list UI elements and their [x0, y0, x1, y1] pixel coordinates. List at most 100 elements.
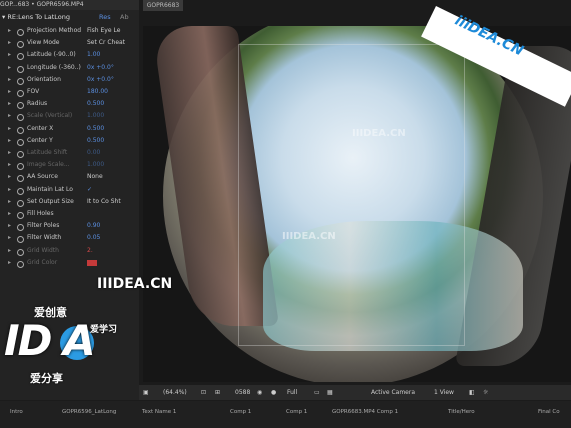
property-row[interactable]: ▸ Latitude (-90..0) 1.00: [0, 49, 139, 61]
expand-triangle-icon[interactable]: ▸: [8, 159, 14, 171]
property-row[interactable]: ▸ View Mode Set Cr Cheat: [0, 37, 139, 49]
resolution-dropdown[interactable]: Full: [287, 385, 297, 400]
property-row[interactable]: ▸ Grid Width 2.: [0, 245, 139, 257]
stopwatch-icon[interactable]: [17, 138, 24, 146]
camera-dropdown[interactable]: Active Camera: [371, 385, 415, 400]
property-value[interactable]: 0.00: [87, 147, 100, 159]
timecode[interactable]: 0588: [235, 385, 250, 400]
stopwatch-icon[interactable]: [17, 77, 24, 85]
timeline-tab[interactable]: Final Co: [538, 409, 560, 415]
property-row[interactable]: ▸ AA Source None: [0, 171, 139, 183]
property-value[interactable]: 0x +0.0°: [87, 62, 114, 74]
timeline-tab[interactable]: Text Name 1: [142, 409, 176, 415]
color-swatch[interactable]: [87, 259, 97, 266]
property-value[interactable]: 0.05: [87, 232, 100, 244]
tab-composition[interactable]: GOPR6683: [143, 0, 183, 11]
stopwatch-icon[interactable]: [17, 187, 24, 195]
property-row[interactable]: ▸ FOV 180.00: [0, 86, 139, 98]
property-value[interactable]: 0x +0.0°: [87, 74, 114, 86]
property-value[interactable]: 180.00: [87, 86, 108, 98]
property-dropdown[interactable]: Set Cr Cheat: [87, 37, 125, 49]
property-row[interactable]: ▸ Orientation 0x +0.0°: [0, 74, 139, 86]
views-dropdown[interactable]: 1 View: [434, 385, 454, 400]
expand-triangle-icon[interactable]: ▸: [8, 171, 14, 183]
transparency-icon[interactable]: ▦: [327, 385, 333, 400]
timeline-tab[interactable]: GOPR6683.MP4 Comp 1: [332, 409, 398, 415]
property-dropdown[interactable]: Fish Eye Le: [87, 25, 120, 37]
timeline-tab[interactable]: Comp 1: [286, 409, 307, 415]
stopwatch-icon[interactable]: [17, 260, 24, 268]
property-row[interactable]: ▸ Center Y 0.500: [0, 135, 139, 147]
property-value[interactable]: 0.90: [87, 220, 100, 232]
reset-link[interactable]: Res: [99, 13, 111, 21]
property-value[interactable]: 1.00: [87, 49, 100, 61]
expand-triangle-icon[interactable]: ▸: [8, 25, 14, 37]
expand-triangle-icon[interactable]: ▸: [8, 74, 14, 86]
property-value[interactable]: 2.: [87, 245, 93, 257]
grid-icon[interactable]: ⊞: [215, 385, 220, 400]
expand-triangle-icon[interactable]: ▸: [8, 110, 14, 122]
timeline-tab[interactable]: GOPR6596_LatLong: [62, 409, 116, 415]
property-row[interactable]: ▸ Projection Method Fish Eye Le: [0, 25, 139, 37]
property-row[interactable]: ▸ Longitude (-360..) 0x +0.0°: [0, 62, 139, 74]
zoom-dropdown[interactable]: (64.4%): [163, 385, 187, 400]
expand-triangle-icon[interactable]: ▸: [8, 62, 14, 74]
roi-icon[interactable]: ▭: [314, 385, 320, 400]
stopwatch-icon[interactable]: [17, 102, 24, 110]
expand-triangle-icon[interactable]: ▸: [8, 135, 14, 147]
stopwatch-icon[interactable]: [17, 248, 24, 256]
stopwatch-icon[interactable]: [17, 65, 24, 73]
expand-triangle-icon[interactable]: ▸: [8, 98, 14, 110]
camera-icon[interactable]: ◉: [257, 385, 262, 400]
stopwatch-icon[interactable]: [17, 90, 24, 97]
timeline-tab[interactable]: Intro: [10, 409, 23, 415]
property-value[interactable]: 0.500: [87, 98, 104, 110]
effect-title-row[interactable]: ▾ RE:Lens To LatLong Res Ab: [2, 13, 137, 24]
stopwatch-icon[interactable]: [17, 224, 24, 232]
expand-triangle-icon[interactable]: ▸: [8, 208, 14, 220]
expand-triangle-icon[interactable]: ▸: [8, 232, 14, 244]
stopwatch-icon[interactable]: [17, 41, 24, 49]
property-value[interactable]: 1.000: [87, 159, 104, 171]
property-row[interactable]: ▸ Image Scale... 1.000: [0, 159, 139, 171]
property-value[interactable]: 0.500: [87, 135, 104, 147]
property-row[interactable]: ▸ Maintain Lat Lo ✓: [0, 184, 139, 196]
property-dropdown[interactable]: None: [87, 171, 103, 183]
expand-triangle-icon[interactable]: ▸: [8, 257, 14, 269]
expand-triangle-icon[interactable]: ▸: [8, 49, 14, 61]
channel-icon[interactable]: ◧: [469, 385, 475, 400]
timeline-tab[interactable]: Comp 1: [230, 409, 251, 415]
expand-triangle-icon[interactable]: ▸: [8, 220, 14, 232]
property-value[interactable]: 1.000: [87, 110, 104, 122]
property-checkbox[interactable]: ✓: [87, 184, 92, 196]
expand-triangle-icon[interactable]: ▸: [8, 245, 14, 257]
stopwatch-icon[interactable]: [17, 163, 24, 171]
about-link[interactable]: Ab: [120, 13, 129, 21]
property-row[interactable]: ▸ Grid Color: [0, 257, 139, 269]
expand-triangle-icon[interactable]: ▸: [8, 37, 14, 49]
property-row[interactable]: ▸ Radius 0.500: [0, 98, 139, 110]
property-row[interactable]: ▸ Set Output Size It to Co Sht: [0, 196, 139, 208]
property-row[interactable]: ▸ Fill Holes: [0, 208, 139, 220]
expand-triangle-icon[interactable]: ▸: [8, 184, 14, 196]
stopwatch-icon[interactable]: [17, 236, 24, 244]
snapshot-icon[interactable]: ▣: [143, 385, 149, 400]
expand-triangle-icon[interactable]: ▸: [8, 123, 14, 135]
timeline-tab[interactable]: Title/Hero: [448, 409, 475, 415]
property-row[interactable]: ▸ Filter Width 0.05: [0, 232, 139, 244]
stopwatch-icon[interactable]: [17, 199, 24, 207]
property-row[interactable]: ▸ Scale (Vertical) 1.000: [0, 110, 139, 122]
stopwatch-icon[interactable]: [17, 114, 24, 122]
stopwatch-icon[interactable]: [17, 151, 24, 158]
composition-viewer[interactable]: [143, 26, 571, 382]
property-row[interactable]: ▸ Latitude Shift 0.00: [0, 147, 139, 159]
expand-triangle-icon[interactable]: ▸: [8, 196, 14, 208]
expand-triangle-icon[interactable]: ▸: [8, 86, 14, 98]
fit-icon[interactable]: ⊡: [201, 385, 206, 400]
color-icon[interactable]: ●: [271, 385, 276, 400]
stopwatch-icon[interactable]: [17, 175, 24, 183]
property-dropdown[interactable]: It to Co Sht: [87, 196, 121, 208]
property-row[interactable]: ▸ Filter Poles 0.90: [0, 220, 139, 232]
stopwatch-icon[interactable]: [17, 29, 24, 36]
property-value[interactable]: 0.500: [87, 123, 104, 135]
